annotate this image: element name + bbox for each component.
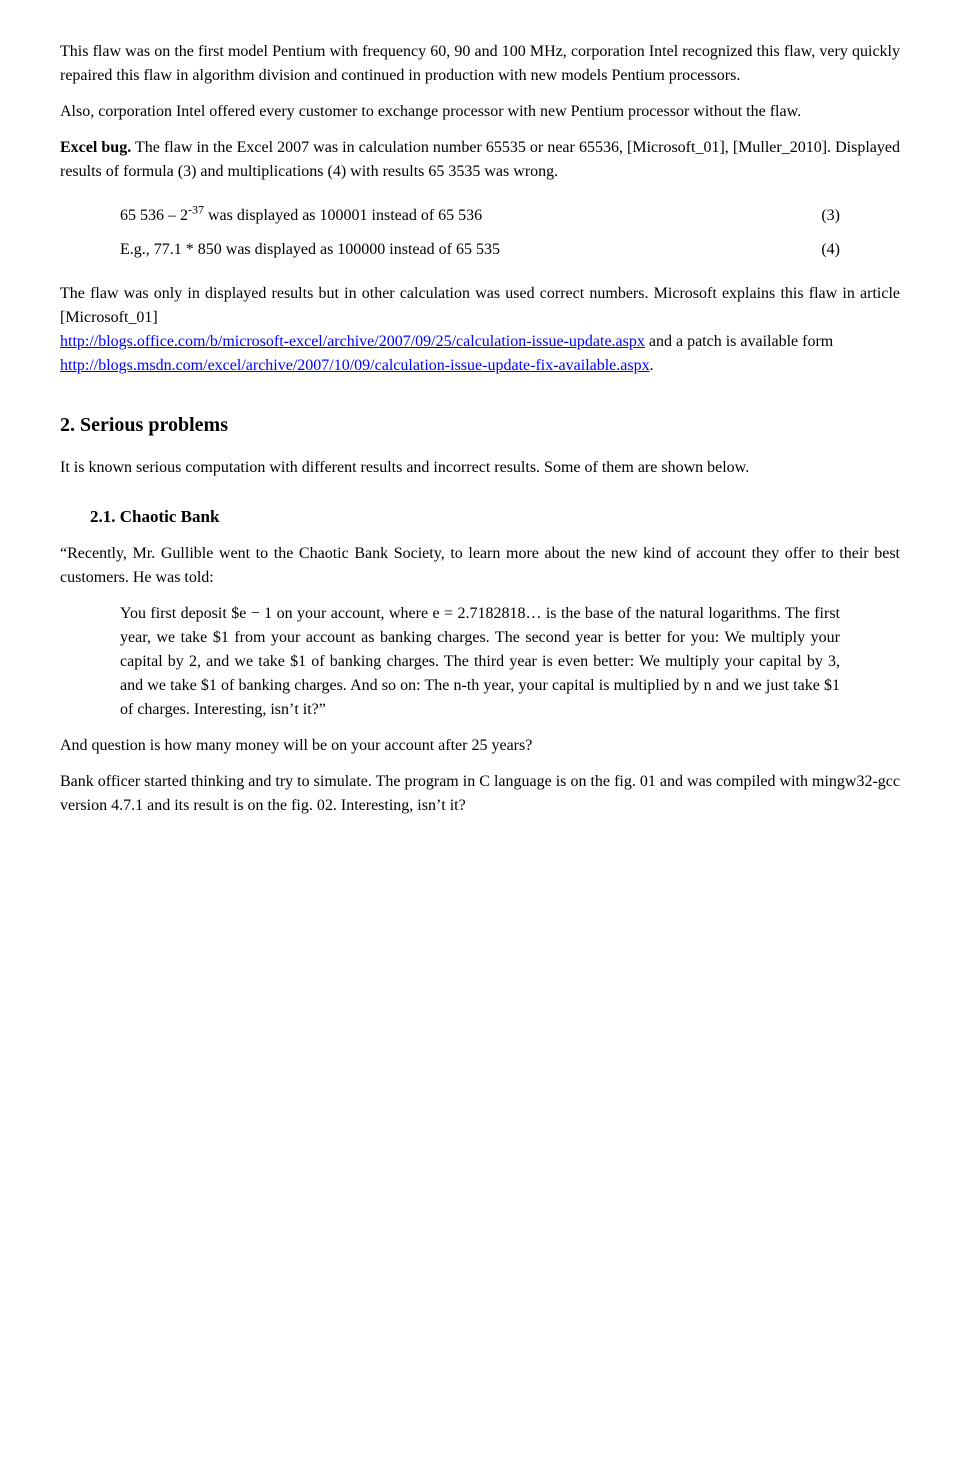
chaotic-paragraph-3: Bank officer started thinking and try to… — [60, 770, 900, 818]
flaw-explanation-paragraph: The flaw was only in displayed results b… — [60, 282, 900, 378]
link-2[interactable]: http://blogs.msdn.com/excel/archive/2007… — [60, 357, 650, 374]
section-2-heading: 2. Serious problems — [60, 410, 900, 440]
formula-1-number: (3) — [800, 204, 840, 228]
link1-after-text: and a patch is available form — [645, 333, 833, 350]
formula-block: 65 536 – 2-37 was displayed as 100001 in… — [120, 204, 840, 262]
formula-1-text: 65 536 – 2-37 was displayed as 100001 in… — [120, 204, 800, 228]
chaotic-paragraph-1: “Recently, Mr. Gullible went to the Chao… — [60, 542, 900, 590]
subsection-21-heading: 2.1. Chaotic Bank — [90, 504, 900, 530]
excel-bug-text: The flaw in the Excel 2007 was in calcul… — [60, 139, 900, 180]
page: This flaw was on the first model Pentium… — [0, 0, 960, 1477]
formula-2-number: (4) — [800, 238, 840, 262]
link2-after-text: . — [650, 357, 654, 374]
section-2-intro: It is known serious computation with dif… — [60, 456, 900, 480]
formula-line-1: 65 536 – 2-37 was displayed as 100001 in… — [120, 204, 840, 228]
link-1[interactable]: http://blogs.office.com/b/microsoft-exce… — [60, 333, 645, 350]
intro-paragraph-1: This flaw was on the first model Pentium… — [60, 40, 900, 88]
excel-bug-paragraph: Excel bug. The flaw in the Excel 2007 wa… — [60, 136, 900, 184]
intro-paragraph-2: Also, corporation Intel offered every cu… — [60, 100, 900, 124]
excel-bug-label: Excel bug. — [60, 139, 131, 156]
formula-line-2: E.g., 77.1 * 850 was displayed as 100000… — [120, 238, 840, 262]
flaw-explanation-text: The flaw was only in displayed results b… — [60, 285, 900, 326]
formula-2-text: E.g., 77.1 * 850 was displayed as 100000… — [120, 238, 800, 262]
indented-paragraph: You first deposit $e − 1 on your account… — [120, 602, 840, 722]
chaotic-paragraph-2: And question is how many money will be o… — [60, 734, 900, 758]
formula-1-superscript: -37 — [188, 203, 204, 217]
